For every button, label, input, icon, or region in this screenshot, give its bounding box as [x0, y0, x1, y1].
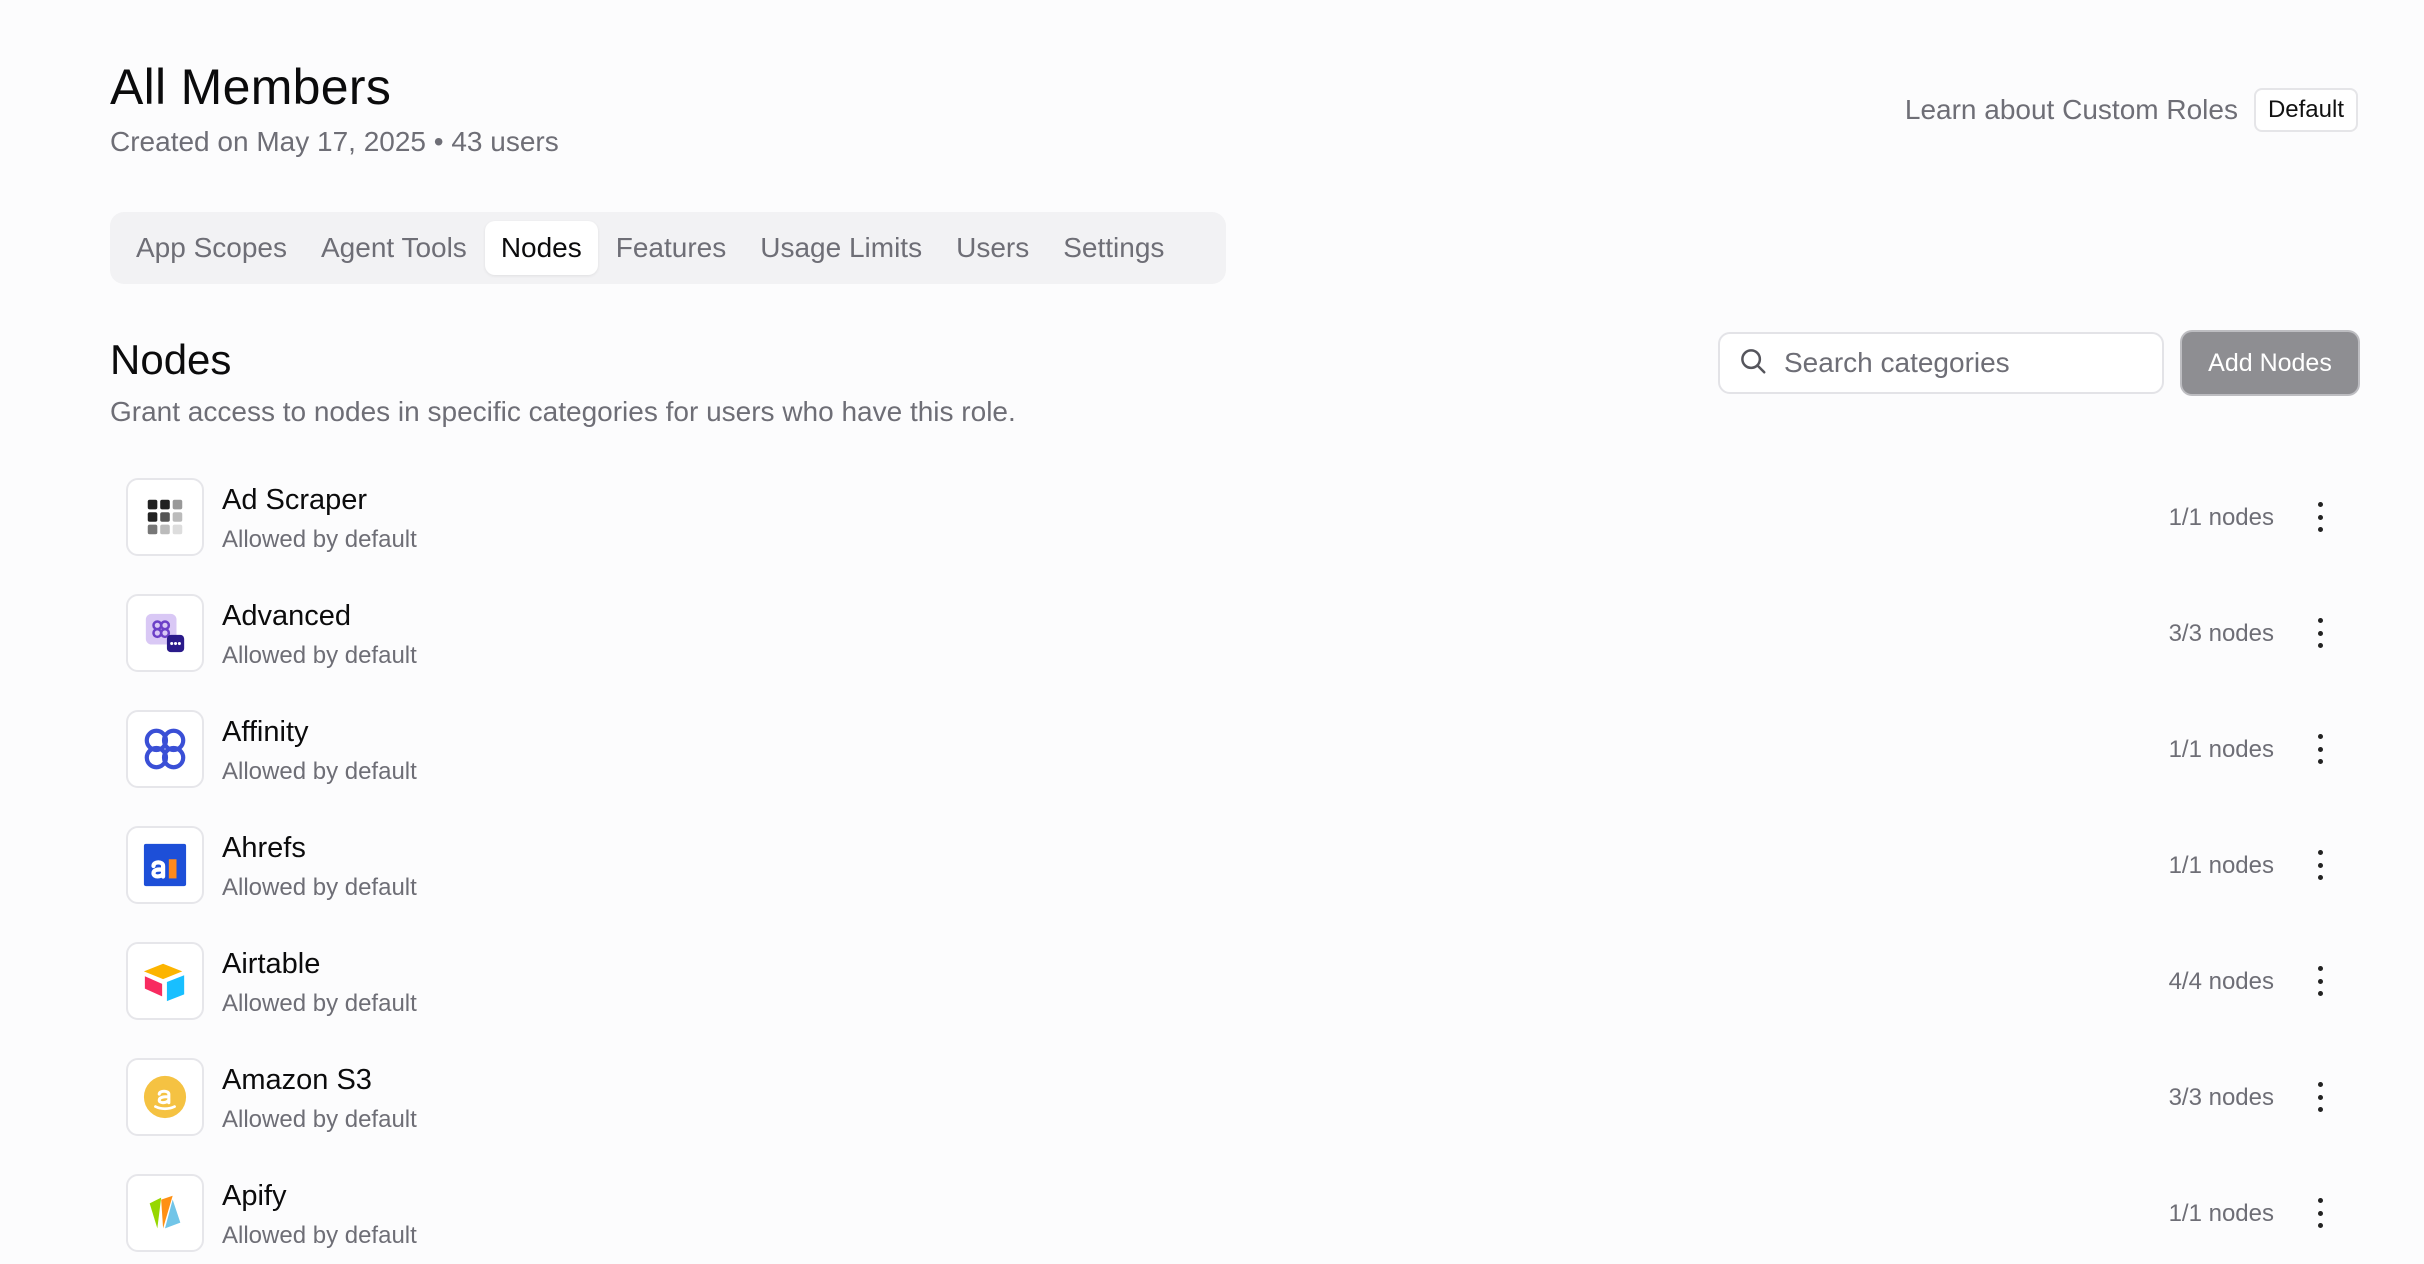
- list-item[interactable]: Affinity Allowed by default 1/1 nodes: [110, 706, 2358, 822]
- header-actions: Learn about Custom Roles Default: [1905, 88, 2358, 132]
- list-item[interactable]: Ad Scraper Allowed by default 1/1 nodes: [110, 474, 2358, 590]
- node-list: Ad Scraper Allowed by default 1/1 nodes: [110, 474, 2358, 1264]
- search-input[interactable]: Search categories: [1718, 332, 2164, 394]
- node-count: 1/1 nodes: [2168, 852, 2274, 879]
- search-placeholder: Search categories: [1784, 347, 2010, 378]
- amazon-s3-icon: [126, 1058, 204, 1136]
- more-options-icon[interactable]: [2310, 1198, 2330, 1228]
- page: All Members Created on May 17, 2025 • 43…: [0, 0, 2424, 1264]
- learn-custom-roles-link[interactable]: Learn about Custom Roles: [1905, 94, 2238, 126]
- page-title: All Members: [110, 59, 392, 115]
- tab-agent-tools[interactable]: Agent Tools: [305, 221, 483, 275]
- node-name: Ahrefs: [222, 832, 306, 864]
- list-item[interactable]: Airtable Allowed by default 4/4 nodes: [110, 938, 2358, 1054]
- ad-scraper-icon: [126, 478, 204, 556]
- tab-settings[interactable]: Settings: [1047, 221, 1180, 275]
- list-item[interactable]: Advanced Allowed by default 3/3 nodes: [110, 590, 2358, 706]
- ahrefs-icon: [126, 826, 204, 904]
- tab-usage-limits[interactable]: Usage Limits: [744, 221, 938, 275]
- affinity-icon: [126, 710, 204, 788]
- more-options-icon[interactable]: [2310, 850, 2330, 880]
- tab-features[interactable]: Features: [600, 221, 743, 275]
- node-name: Ad Scraper: [222, 484, 368, 516]
- default-badge: Default: [2253, 88, 2358, 132]
- tab-users[interactable]: Users: [940, 221, 1045, 275]
- node-name: Airtable: [222, 948, 321, 980]
- tab-nodes[interactable]: Nodes: [484, 221, 598, 275]
- node-name: Amazon S3: [222, 1064, 372, 1096]
- node-status: Allowed by default: [222, 1222, 417, 1249]
- node-name: Affinity: [222, 716, 309, 748]
- section-description: Grant access to nodes in specific catego…: [110, 396, 1016, 427]
- list-item[interactable]: Amazon S3 Allowed by default 3/3 nodes: [110, 1054, 2358, 1170]
- node-status: Allowed by default: [222, 526, 417, 553]
- node-name: Advanced: [222, 600, 351, 632]
- more-options-icon[interactable]: [2310, 734, 2330, 764]
- tab-bar: App Scopes Agent Tools Nodes Features Us…: [110, 212, 1226, 284]
- more-options-icon[interactable]: [2310, 618, 2330, 648]
- node-status: Allowed by default: [222, 990, 417, 1017]
- section-title: Nodes: [110, 336, 232, 383]
- node-count: 1/1 nodes: [2168, 736, 2274, 763]
- node-status: Allowed by default: [222, 642, 417, 669]
- page-subtitle: Created on May 17, 2025 • 43 users: [110, 126, 559, 157]
- more-options-icon[interactable]: [2310, 502, 2330, 532]
- node-status: Allowed by default: [222, 874, 417, 901]
- node-status: Allowed by default: [222, 758, 417, 785]
- more-options-icon[interactable]: [2310, 966, 2330, 996]
- list-item[interactable]: Ahrefs Allowed by default 1/1 nodes: [110, 822, 2358, 938]
- node-status: Allowed by default: [222, 1106, 417, 1133]
- node-count: 3/3 nodes: [2168, 620, 2274, 647]
- apify-icon: [126, 1174, 204, 1252]
- more-options-icon[interactable]: [2310, 1082, 2330, 1112]
- search-icon: [1738, 346, 1768, 381]
- airtable-icon: [126, 942, 204, 1020]
- node-count: 1/1 nodes: [2168, 1200, 2274, 1227]
- node-count: 4/4 nodes: [2168, 968, 2274, 995]
- add-nodes-button[interactable]: Add Nodes: [2182, 332, 2358, 394]
- node-name: Apify: [222, 1180, 287, 1212]
- node-count: 1/1 nodes: [2168, 504, 2274, 531]
- tab-app-scopes[interactable]: App Scopes: [120, 221, 303, 275]
- advanced-icon: [126, 594, 204, 672]
- node-count: 3/3 nodes: [2168, 1084, 2274, 1111]
- list-item[interactable]: Apify Allowed by default 1/1 nodes: [110, 1170, 2358, 1264]
